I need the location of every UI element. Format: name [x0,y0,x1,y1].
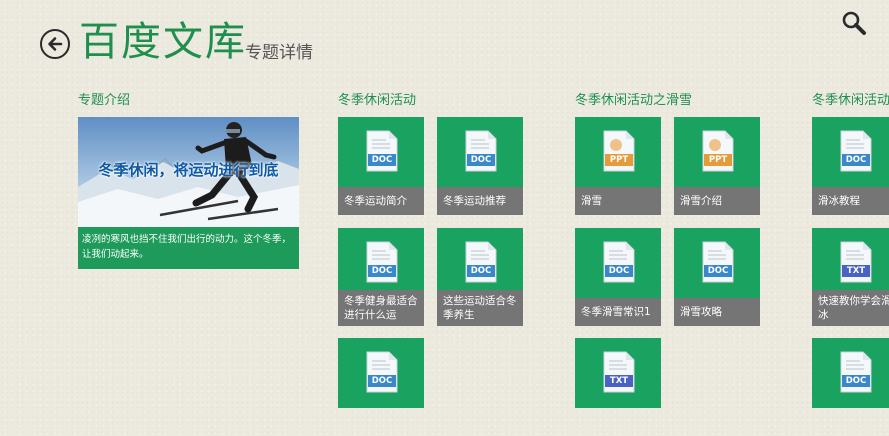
document-tile[interactable]: DOC [338,338,424,436]
file-type-badge: TXT [605,375,633,387]
hero-banner-text: 冬季休闲，将运动进行到底 [98,161,279,179]
back-button[interactable] [40,29,70,59]
document-tile[interactable]: PPT 滑雪介绍 [674,117,760,215]
hero-description: 凌冽的寒风也挡不住我们出行的动力。这个冬季，让我们动起来。 [82,234,292,260]
tile-label: 冬季运动推荐 [443,195,506,207]
document-tile[interactable]: TXT [575,338,661,436]
file-type-badge: DOC [368,375,396,387]
topic-intro-card[interactable]: 冬季休闲，将运动进行到底 凌冽的寒风也挡不住我们出行的动力。这个冬季，让我们动起… [78,117,299,269]
document-tile[interactable]: DOC [812,338,889,436]
file-type-badge: DOC [842,154,870,166]
file-type-badge: DOC [605,265,633,277]
tile-label: 滑雪攻略 [680,306,722,318]
tile-label: 快速教你学会滑冰 [818,295,889,321]
file-type-badge: PPT [704,154,732,166]
file-type-badge: TXT [842,265,870,277]
file-type-badge: DOC [368,154,396,166]
tile-label: 冬季运动简介 [344,195,407,207]
tile-label: 冬季健身最适合进行什么运 [344,295,418,321]
tile-label: 这些运动适合冬季养生 [443,295,517,321]
document-tile[interactable]: TXT 快速教你学会滑冰 [812,228,889,326]
document-tile[interactable]: DOC 这些运动适合冬季养生 [437,228,523,326]
file-type-badge: PPT [605,154,633,166]
document-tile[interactable]: DOC 冬季健身最适合进行什么运 [338,228,424,326]
search-button[interactable] [841,10,867,36]
document-tile[interactable]: DOC 冬季滑雪常识1 [575,228,661,326]
document-tile[interactable]: DOC 滑冰教程 [812,117,889,215]
page-subtitle: 专题详情 [245,43,313,63]
tile-label: 冬季滑雪常识1 [581,306,651,318]
group-title-winter-leisure: 冬季休闲活动 [338,93,417,108]
file-type-badge: DOC [467,154,495,166]
search-icon [842,11,866,35]
file-type-badge: DOC [842,375,870,387]
document-tile[interactable]: DOC 滑雪攻略 [674,228,760,326]
file-type-badge: DOC [467,265,495,277]
group-title-skating: 冬季休闲活动之滑冰 [812,93,889,108]
file-type-badge: DOC [704,265,732,277]
group-title-intro: 专题介绍 [78,93,131,108]
tile-label: 滑雪介绍 [680,195,722,207]
tile-label: 滑雪 [581,195,602,207]
arrow-left-icon [48,37,63,51]
app-title: 百度文库 [79,19,247,65]
document-tile[interactable]: DOC 冬季运动推荐 [437,117,523,215]
tile-label: 滑冰教程 [818,195,860,207]
document-tile[interactable]: DOC 冬季运动简介 [338,117,424,215]
document-tile[interactable]: PPT 滑雪 [575,117,661,215]
file-type-badge: DOC [368,265,396,277]
group-title-skiing: 冬季休闲活动之滑雪 [575,93,693,108]
